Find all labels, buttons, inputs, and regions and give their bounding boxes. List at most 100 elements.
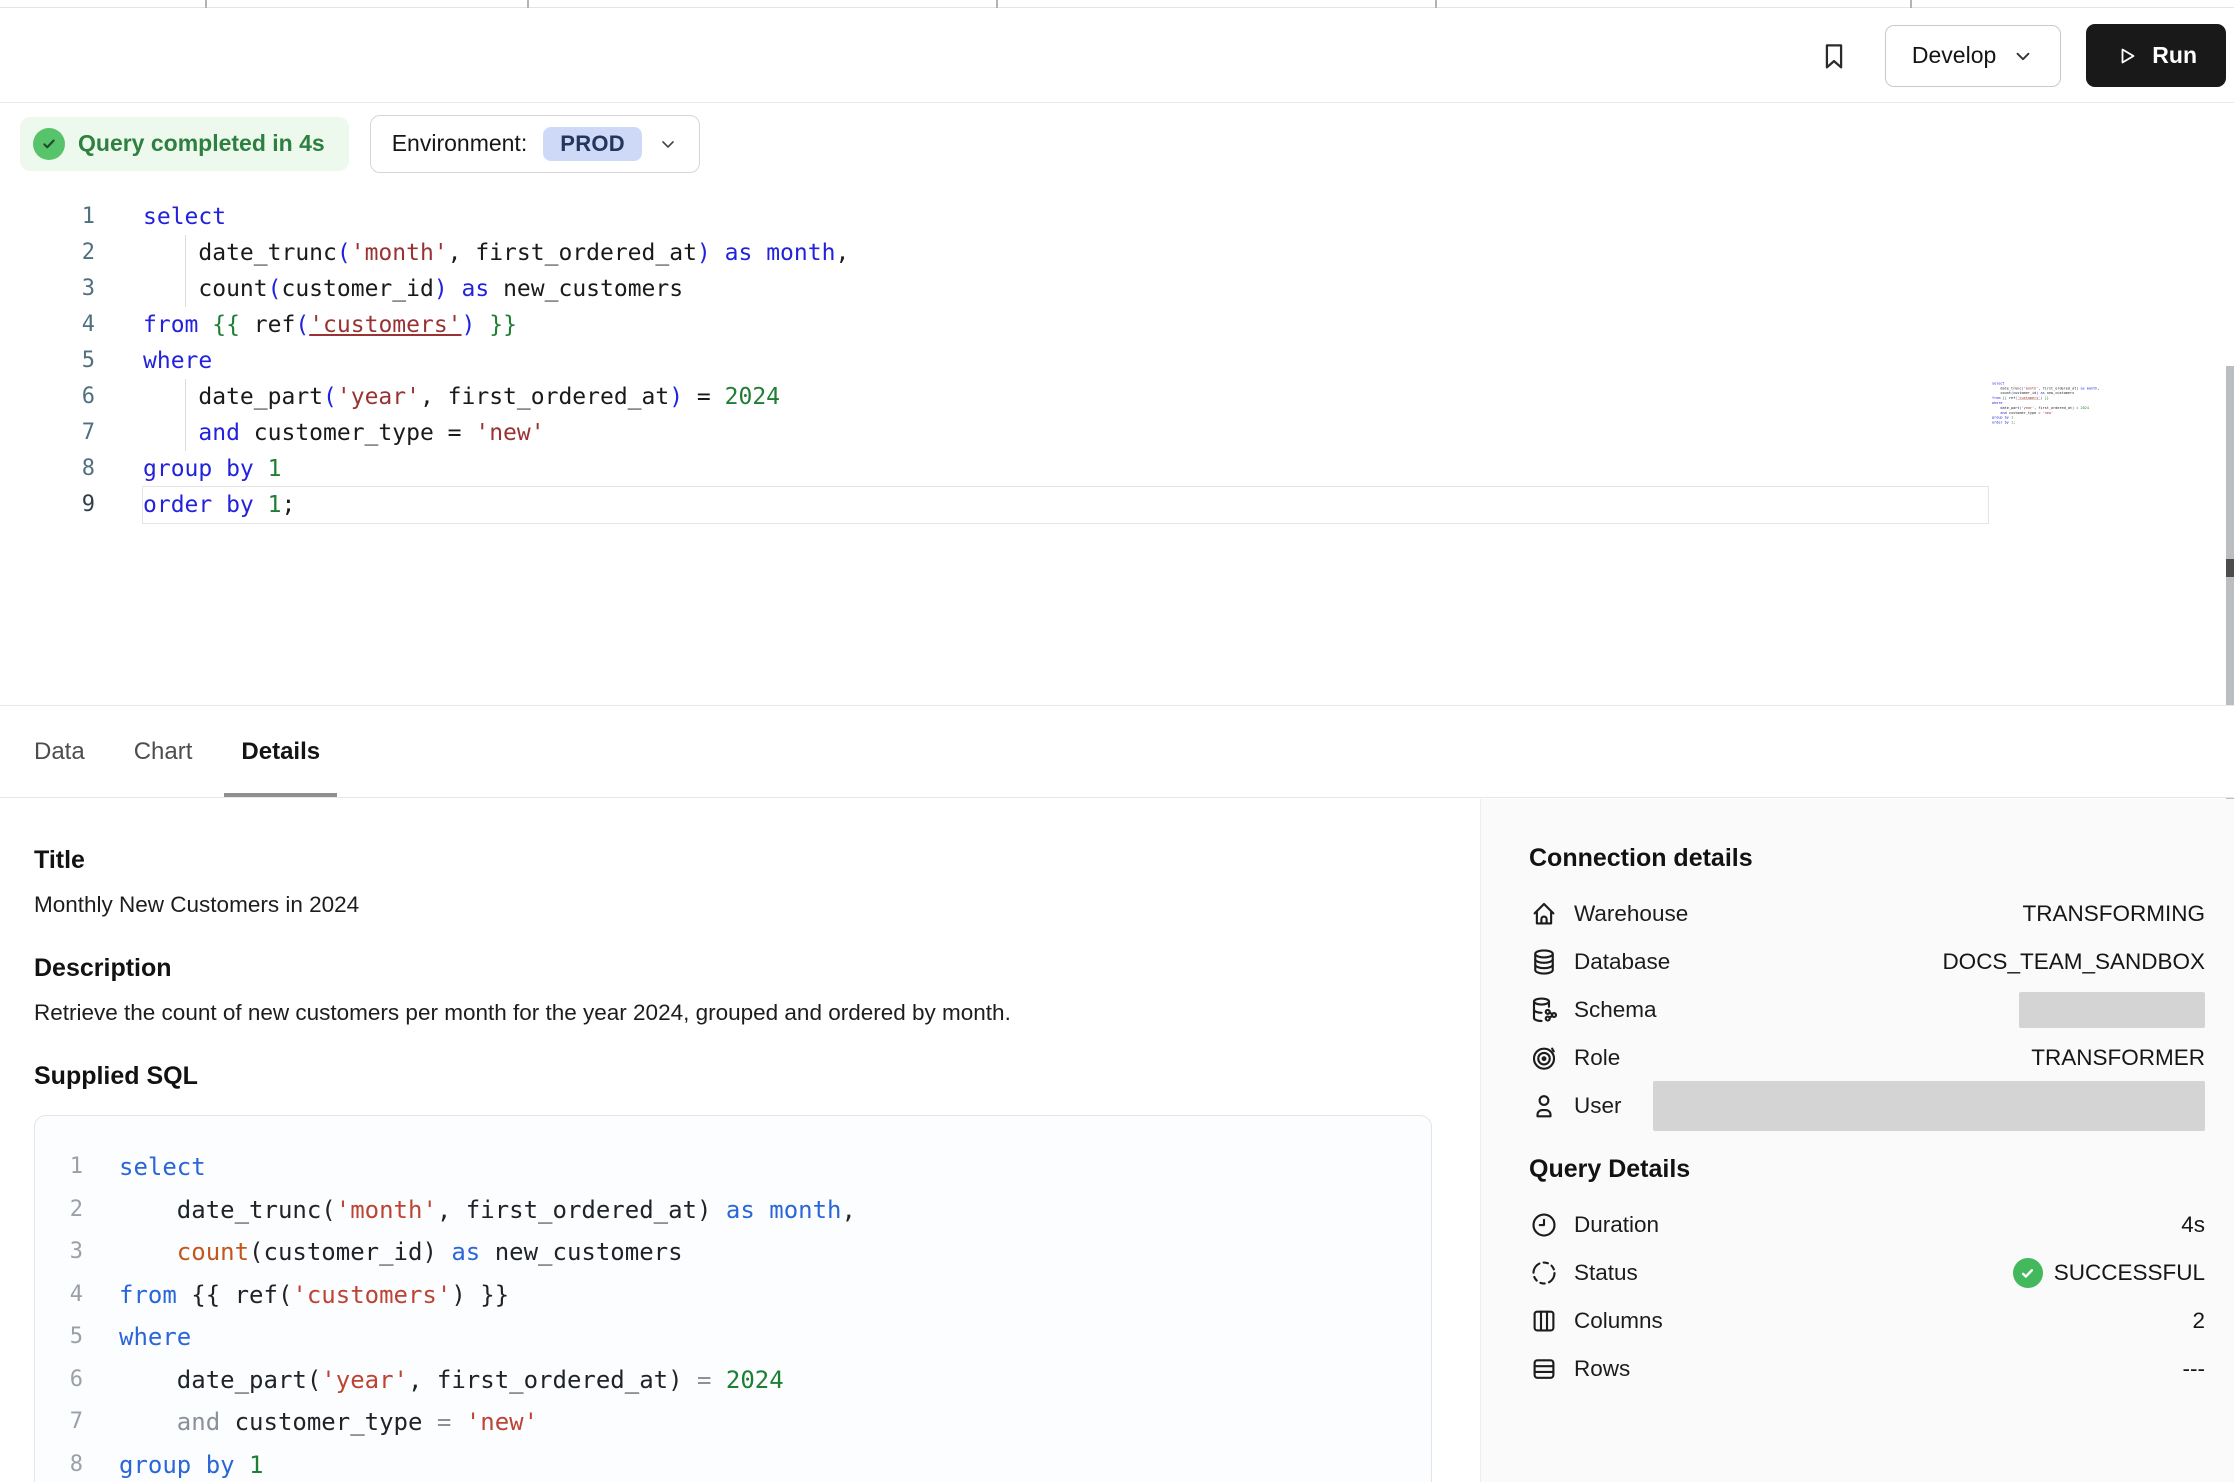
connection-row-label: Warehouse [1574, 901, 1688, 927]
connection-row-value [2019, 992, 2205, 1028]
redacted-value [2019, 992, 2205, 1028]
environment-badge: PROD [543, 127, 642, 161]
supplied-sql-line: 2 date_trunc('month', first_ordered_at) … [35, 1189, 1431, 1232]
supplied-sql-line: 5where [35, 1316, 1431, 1359]
success-check-icon [2013, 1258, 2043, 1288]
details-content: Title Monthly New Customers in 2024 Desc… [0, 799, 2234, 1482]
query-row-value: SUCCESSFUL [2013, 1258, 2205, 1288]
supplied-sql-code-block: 1select2 date_trunc('month', first_order… [34, 1115, 1432, 1482]
editor-line-number: 3 [0, 271, 95, 307]
run-button[interactable]: Run [2086, 24, 2226, 87]
query-details-rows: Duration4sStatusSUCCESSFULColumns2Rows--… [1529, 1201, 2205, 1393]
redacted-value [1653, 1081, 2205, 1131]
status-row: Query completed in 4s Environment: PROD [0, 104, 2234, 183]
result-tabbar: Data Chart Details [0, 705, 2234, 798]
chevron-down-icon [658, 134, 678, 154]
sql-line-number: 5 [35, 1316, 83, 1359]
app-window: Develop Run Query completed in 4s Enviro… [0, 0, 2234, 1482]
query-status-text: Query completed in 4s [78, 130, 325, 157]
editor-line[interactable]: date_trunc('month', first_ordered_at) as… [143, 235, 1988, 271]
query-details-heading: Query Details [1529, 1154, 2205, 1184]
tab-separator-tick [1910, 0, 1912, 8]
connection-row-role: Role TRANSFORMER [1529, 1034, 2205, 1082]
sql-line-number: 1 [35, 1146, 83, 1189]
editor-line[interactable]: group by 1 [143, 451, 1988, 487]
tab-data[interactable]: Data [34, 706, 85, 797]
sql-editor[interactable]: 123456789 select date_trunc('month', fir… [0, 183, 2234, 705]
editor-code[interactable]: select date_trunc('month', first_ordered… [143, 199, 1988, 523]
supplied-sql-line: 4from {{ ref('customers') }} [35, 1274, 1431, 1317]
loader-icon [1529, 1258, 1559, 1288]
editor-line[interactable]: and customer_type = 'new' [143, 415, 1988, 451]
tab-separator-tick [527, 0, 529, 8]
play-icon [2115, 44, 2139, 68]
sql-line-number: 6 [35, 1359, 83, 1402]
tab-chart[interactable]: Chart [134, 706, 193, 797]
toolbar: Develop Run [0, 9, 2234, 103]
connection-row-schema: Schema [1529, 986, 2205, 1034]
tab-separator-tick [1435, 0, 1437, 8]
editor-line[interactable]: where [143, 343, 1988, 379]
supplied-sql-line: 7 and customer_type = 'new' [35, 1401, 1431, 1444]
columns-icon [1529, 1306, 1559, 1336]
connection-row-value [1653, 1081, 2205, 1131]
connection-side-panel: Connection details Warehouse TRANSFORMING… [1480, 799, 2234, 1482]
editor-line[interactable]: date_part('year', first_ordered_at) = 20… [143, 379, 1988, 415]
editor-line-number: 9 [0, 487, 95, 523]
editor-minimap[interactable]: select date_trunc('month', first_ordered… [1992, 381, 2108, 431]
develop-label: Develop [1912, 42, 1996, 69]
develop-dropdown-button[interactable]: Develop [1885, 25, 2061, 87]
editor-line[interactable]: from {{ ref('customers') }} [143, 307, 1988, 343]
editor-line[interactable]: order by 1; [143, 487, 1988, 523]
connection-row-value: DOCS_TEAM_SANDBOX [1942, 949, 2205, 975]
sql-line-number: 4 [35, 1274, 83, 1317]
user-icon [1529, 1091, 1559, 1121]
bookmark-button[interactable] [1817, 39, 1851, 73]
tab-separator-tick [996, 0, 998, 8]
connection-row-label: Database [1574, 949, 1670, 975]
bookmark-icon [1817, 39, 1851, 73]
connection-row-value: TRANSFORMING [2023, 901, 2206, 927]
database-icon [1529, 947, 1559, 977]
tab-details[interactable]: Details [241, 706, 320, 797]
run-label: Run [2152, 42, 2197, 69]
connection-row-value: TRANSFORMER [2031, 1045, 2205, 1071]
chevron-down-icon [2012, 45, 2034, 67]
query-row-duration: Duration4s [1529, 1201, 2205, 1249]
query-row-status: Status SUCCESSFUL [1529, 1249, 2205, 1297]
scrollbar-thumb[interactable] [2226, 559, 2234, 577]
supplied-sql-heading: Supplied SQL [34, 1061, 1480, 1091]
title-heading: Title [34, 845, 1480, 875]
environment-label: Environment: [392, 130, 528, 157]
editor-line-numbers: 123456789 [0, 199, 95, 523]
editor-line-number: 6 [0, 379, 95, 415]
supplied-sql-line: 3 count(customer_id) as new_customers [35, 1231, 1431, 1274]
editor-line[interactable]: select [143, 199, 1988, 235]
sql-line-number: 3 [35, 1231, 83, 1274]
query-row-label: Status [1574, 1260, 1638, 1286]
query-row-value: 2 [2192, 1308, 2205, 1334]
connection-row-label: Schema [1574, 997, 1657, 1023]
editor-line-number: 4 [0, 307, 95, 343]
sql-line-number: 7 [35, 1401, 83, 1444]
connection-details-heading: Connection details [1529, 843, 2205, 873]
connection-row-warehouse: Warehouse TRANSFORMING [1529, 890, 2205, 938]
connection-row-label: Role [1574, 1045, 1620, 1071]
query-row-label: Duration [1574, 1212, 1659, 1238]
clock-icon [1529, 1210, 1559, 1240]
editor-line[interactable]: count(customer_id) as new_customers [143, 271, 1988, 307]
top-tab-strip [0, 0, 2234, 8]
environment-select[interactable]: Environment: PROD [370, 115, 700, 173]
query-row-label: Rows [1574, 1356, 1630, 1382]
details-main-column: Title Monthly New Customers in 2024 Desc… [0, 799, 1480, 1482]
query-row-label: Columns [1574, 1308, 1663, 1334]
check-circle-icon [33, 128, 65, 160]
editor-line-number: 8 [0, 451, 95, 487]
home-icon [1529, 899, 1559, 929]
title-value: Monthly New Customers in 2024 [34, 891, 1480, 919]
minimap-line: order by 1; [1992, 420, 2108, 425]
description-heading: Description [34, 953, 1480, 983]
query-row-columns: Columns 2 [1529, 1297, 2205, 1345]
connection-row-label: User [1574, 1093, 1622, 1119]
schema-icon [1529, 995, 1559, 1025]
